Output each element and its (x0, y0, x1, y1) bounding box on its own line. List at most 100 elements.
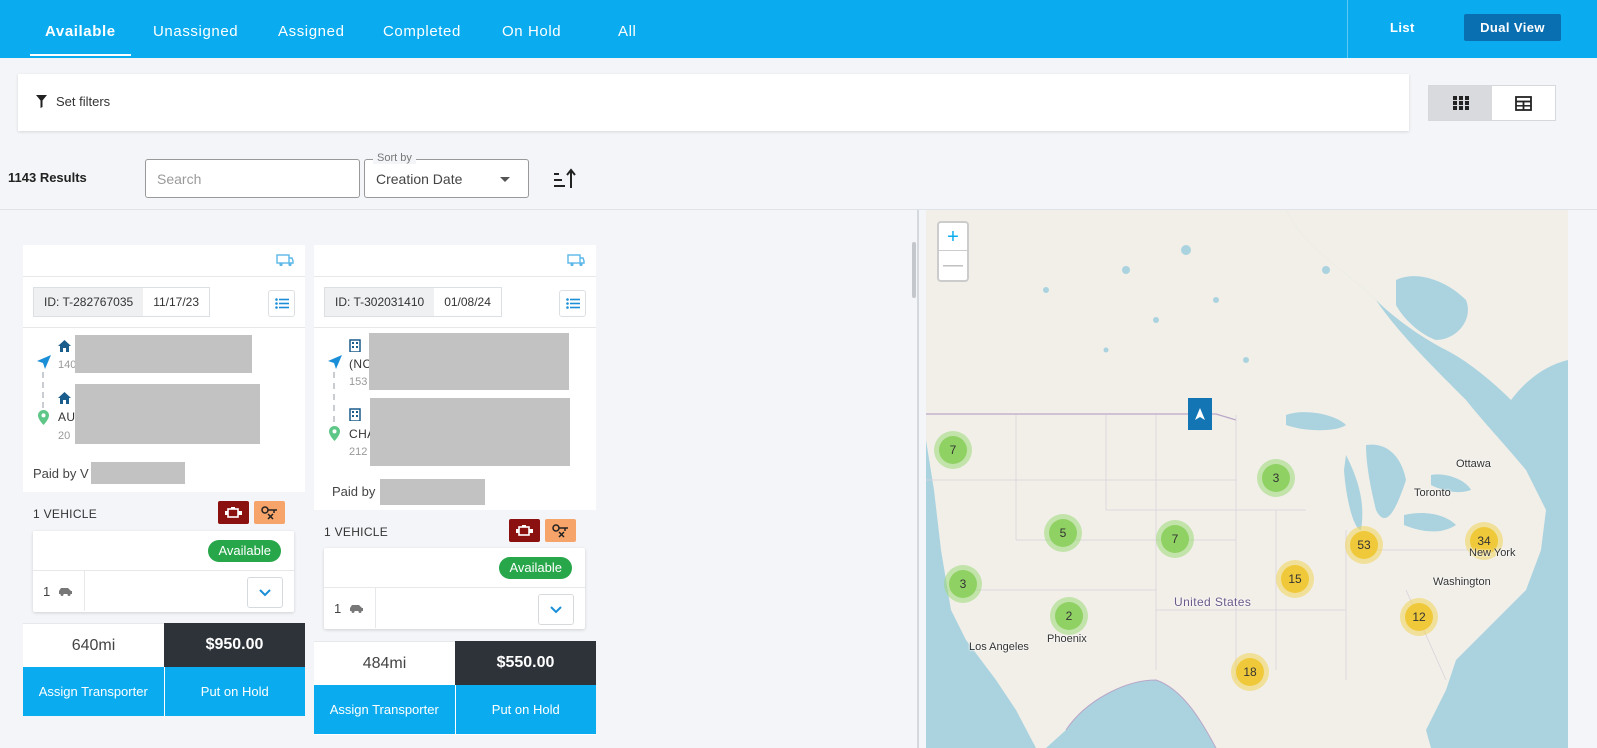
vehicle-item-vdivider (84, 571, 85, 611)
put-on-hold-button[interactable]: Put on Hold (455, 685, 596, 734)
map-cluster[interactable]: 53 (1345, 526, 1383, 564)
sort-ascending-icon (554, 168, 576, 188)
map-marker[interactable] (1188, 398, 1212, 430)
order-id: ID: T-302031410 (325, 288, 435, 316)
transport-type-icon (276, 254, 294, 267)
expand-vehicle-button[interactable] (538, 594, 574, 625)
cluster-count: 3 (1262, 464, 1290, 492)
results-count: 1143 Results (8, 170, 87, 185)
price: $950.00 (164, 623, 305, 667)
vehicle-section: 1 VEHICLE Available 1 (314, 510, 596, 641)
map-label-los-angeles: Los Angeles (969, 641, 1029, 653)
list-icon (274, 298, 289, 309)
filter-bar: Set filters (18, 74, 1409, 131)
order-date: 11/17/23 (153, 295, 200, 309)
status-badge: Available (208, 540, 281, 562)
navigation-arrow-icon (1195, 408, 1205, 420)
tab-available[interactable]: Available (30, 0, 131, 56)
details-list-button[interactable] (268, 290, 295, 317)
expand-vehicle-button[interactable] (247, 577, 283, 608)
status-badge: Available (499, 557, 572, 579)
no-keys-badge (254, 501, 285, 524)
vehicle-count-label: 1 VEHICLE (324, 525, 389, 539)
home-icon (58, 392, 71, 404)
map-cluster[interactable]: 3 (1257, 459, 1295, 497)
shipment-card: ID: T-302031410 01/08/24 (NC 153 CHA 212… (314, 245, 596, 735)
paid-by-label: Paid by V (33, 466, 89, 481)
vehicle-quantity: 1 (334, 601, 342, 616)
map-cluster[interactable]: 12 (1400, 598, 1438, 636)
table-view-button[interactable] (1492, 86, 1555, 120)
map-label-phoenix: Phoenix (1047, 633, 1087, 645)
order-date: 01/08/24 (444, 295, 491, 309)
shipment-card: ID: T-282767035 11/17/23 140 AU 20 Paid … (23, 245, 305, 716)
assign-transporter-button[interactable]: Assign Transporter (23, 667, 164, 716)
order-id-chip: ID: T-302031410 01/08/24 (324, 287, 502, 317)
tab-on-hold[interactable]: On Hold (502, 0, 561, 56)
navigation-arrow-icon (37, 355, 51, 369)
key-off-icon (261, 505, 277, 520)
sort-label: Sort by (373, 152, 416, 164)
building-icon (349, 339, 361, 352)
map-label-united-states: United States (1174, 595, 1252, 609)
distance-miles: 484mi (314, 641, 455, 685)
top-nav-bar: Available Unassigned Assigned Completed … (0, 0, 1597, 58)
destination-address: 212 (349, 446, 368, 458)
cluster-count: 53 (1350, 531, 1378, 559)
put-on-hold-button[interactable]: Put on Hold (164, 667, 305, 716)
location-pin-icon (329, 426, 340, 441)
set-filters-label: Set filters (56, 94, 111, 109)
no-keys-badge (545, 519, 576, 542)
origin-address: 140 (58, 359, 77, 371)
tab-assigned[interactable]: Assigned (278, 0, 345, 56)
assign-transporter-button[interactable]: Assign Transporter (314, 685, 455, 734)
cluster-count: 5 (1049, 519, 1077, 547)
inoperable-engine-badge (509, 519, 540, 542)
set-filters-button[interactable]: Set filters (36, 94, 110, 109)
card-actions: Assign Transporter Put on Hold (23, 667, 305, 716)
distance-miles: 640mi (23, 623, 164, 667)
price-row: 484mi $550.00 (314, 641, 596, 685)
vehicle-quantity: 1 (43, 584, 51, 599)
vehicle-item-divider (324, 587, 585, 588)
search-input[interactable] (145, 159, 360, 198)
map-view[interactable]: + — 7 3 5 7 3 2 53 34 15 12 18 Ottawa To… (926, 210, 1568, 748)
building-icon (349, 408, 361, 421)
map-cluster[interactable]: 18 (1231, 653, 1269, 691)
tab-all[interactable]: All (618, 0, 636, 56)
layout-toggle (1428, 85, 1556, 121)
vehicle-item: Available 1 (33, 531, 294, 612)
car-icon (59, 588, 72, 596)
sort-select[interactable]: Sort by Creation Date (364, 152, 529, 198)
price-row: 640mi $950.00 (23, 623, 305, 667)
tab-completed[interactable]: Completed (383, 0, 461, 56)
map-cluster[interactable]: 5 (1044, 514, 1082, 552)
details-list-button[interactable] (559, 290, 586, 317)
map-cluster[interactable]: 3 (944, 565, 982, 603)
redacted-destination (75, 384, 260, 444)
map-cluster[interactable]: 2 (1050, 597, 1088, 635)
card-actions: Assign Transporter Put on Hold (314, 685, 596, 734)
price: $550.00 (455, 641, 596, 685)
dual-view-button[interactable]: Dual View (1464, 14, 1561, 41)
route-section: (NC 153 CHA 212 Paid by (314, 328, 596, 510)
zoom-in-button[interactable]: + (939, 223, 967, 251)
inoperable-engine-badge (218, 501, 249, 524)
redacted-origin (369, 333, 569, 390)
map-cluster[interactable]: 15 (1276, 560, 1314, 598)
list-view-button[interactable]: List (1390, 20, 1415, 35)
map-label-toronto: Toronto (1414, 487, 1451, 499)
pane-splitter[interactable] (917, 210, 919, 748)
chevron-down-icon (259, 588, 271, 596)
map-cluster[interactable]: 7 (934, 431, 972, 469)
list-scrollbar[interactable] (912, 242, 916, 298)
sort-value: Creation Date (376, 171, 463, 187)
grid-view-button[interactable] (1429, 86, 1492, 120)
tab-unassigned[interactable]: Unassigned (153, 0, 238, 56)
vehicle-item-vdivider (375, 588, 376, 628)
sort-direction-button[interactable] (550, 168, 576, 195)
zoom-out-button[interactable]: — (939, 251, 967, 279)
map-cluster[interactable]: 7 (1156, 520, 1194, 558)
order-id: ID: T-282767035 (34, 288, 144, 316)
cluster-count: 18 (1236, 658, 1264, 686)
